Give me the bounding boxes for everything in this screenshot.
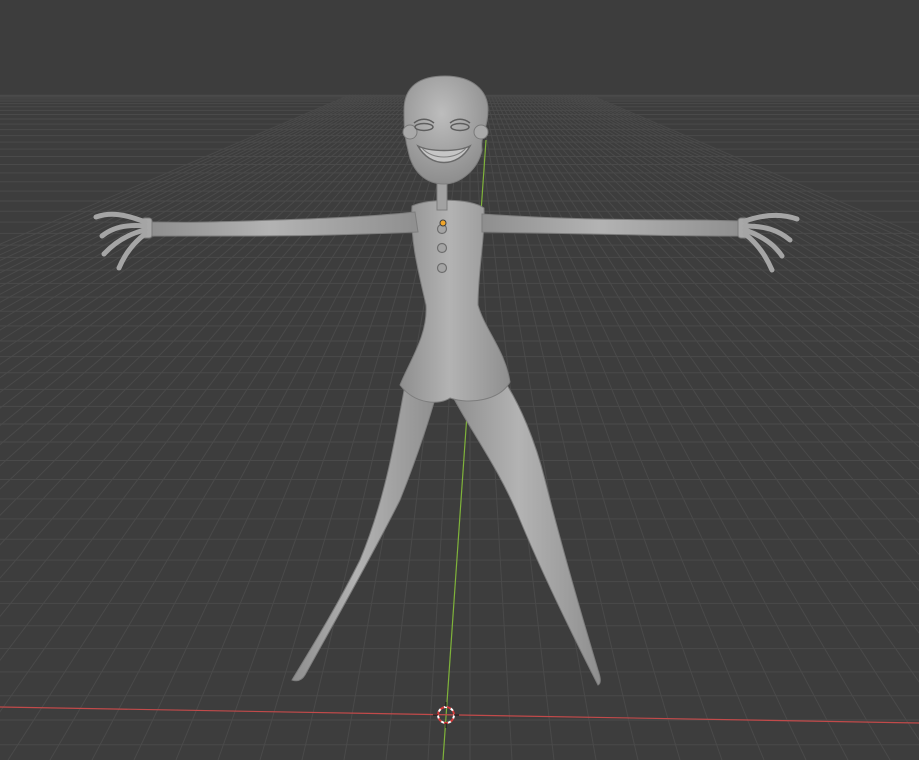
grid-line — [91, 94, 444, 760]
grid-line — [496, 94, 849, 760]
grid-line — [0, 94, 351, 245]
grid-line — [0, 94, 399, 379]
grid-line — [541, 94, 919, 364]
grid-line — [0, 94, 414, 467]
grid-line — [571, 94, 919, 270]
grid-line — [580, 94, 919, 252]
grid-line — [301, 94, 459, 760]
3d-viewport[interactable] — [0, 0, 919, 760]
grid-line — [583, 94, 919, 246]
grid-line — [544, 94, 919, 351]
grid-line — [562, 94, 919, 292]
grid-line — [520, 94, 919, 495]
grid-line — [493, 94, 807, 760]
x-axis-line — [0, 706, 919, 724]
grid-line — [511, 94, 919, 592]
grid-line — [589, 94, 919, 236]
grid-line — [499, 94, 891, 760]
grid-line — [538, 94, 919, 378]
grid-line — [0, 94, 420, 516]
grid-line — [49, 94, 441, 760]
left-leg[interactable] — [291, 384, 437, 682]
grid-line — [0, 94, 417, 490]
grid-line — [505, 94, 919, 683]
grid-line — [0, 94, 390, 342]
right-ear — [473, 124, 489, 140]
grid-line — [565, 94, 919, 284]
grid-line — [0, 94, 375, 295]
torso-buttons — [436, 223, 448, 274]
grid-line — [0, 94, 396, 366]
right-leg[interactable] — [451, 381, 601, 686]
grid-line — [523, 94, 919, 470]
neck[interactable] — [436, 179, 448, 211]
scene-canvas[interactable] — [0, 0, 919, 760]
grid-line — [0, 94, 354, 250]
grid-line — [0, 94, 381, 312]
grid-line — [0, 94, 405, 409]
grid-line — [0, 94, 423, 546]
grid-line — [490, 94, 765, 760]
grid-line — [508, 94, 919, 634]
grid-line — [547, 94, 919, 339]
grid-line — [0, 94, 378, 303]
grid-line — [0, 94, 372, 288]
object-origin-dot — [439, 219, 447, 227]
floor-grid — [0, 94, 919, 760]
grid-line — [502, 94, 919, 741]
